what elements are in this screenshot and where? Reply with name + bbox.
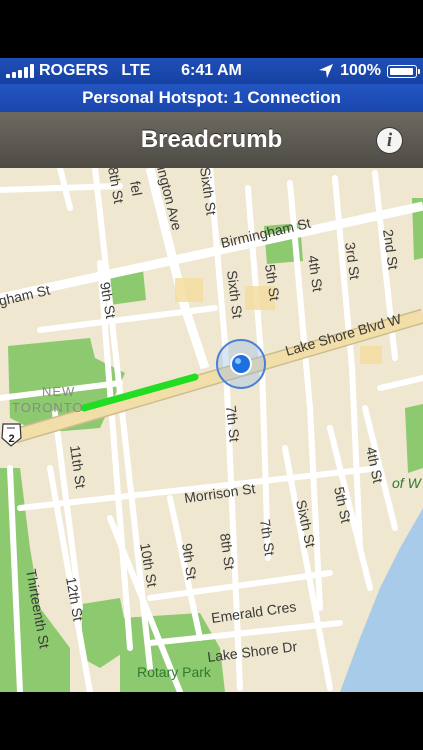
battery-percent: 100% — [340, 62, 381, 79]
route-shield-number: 2 — [8, 433, 14, 445]
place-label-toronto: TORONTO — [12, 400, 84, 415]
top-black-band — [0, 0, 423, 58]
page-title: Breadcrumb — [140, 126, 283, 153]
status-bar: ROGERS LTE 6:41 AM 100% — [0, 58, 423, 84]
battery-charging-icon — [387, 64, 420, 78]
map-canvas[interactable]: 2 Birmingham St gham St Lake Shore Blvd … — [0, 168, 423, 692]
battery-level — [390, 67, 413, 75]
current-location-marker — [216, 339, 266, 389]
block-c — [360, 346, 382, 364]
navigation-bar: Breadcrumb i — [0, 112, 423, 169]
place-label-new: NEW — [42, 384, 75, 399]
map-view[interactable]: 2 Birmingham St gham St Lake Shore Blvd … — [0, 168, 423, 692]
road-north-edge — [0, 183, 123, 193]
place-label-rotary-park: Rotary Park — [137, 664, 212, 680]
bottom-black-band — [0, 692, 423, 750]
place-label-water: of W — [392, 475, 423, 491]
street-label-islington-fragment: fel — [127, 180, 145, 197]
info-icon[interactable]: i — [377, 128, 402, 153]
block-a — [175, 278, 203, 302]
location-arrow-icon — [319, 64, 334, 78]
park-east-mid — [405, 404, 423, 473]
personal-hotspot-banner[interactable]: Personal Hotspot: 1 Connection — [0, 84, 423, 113]
